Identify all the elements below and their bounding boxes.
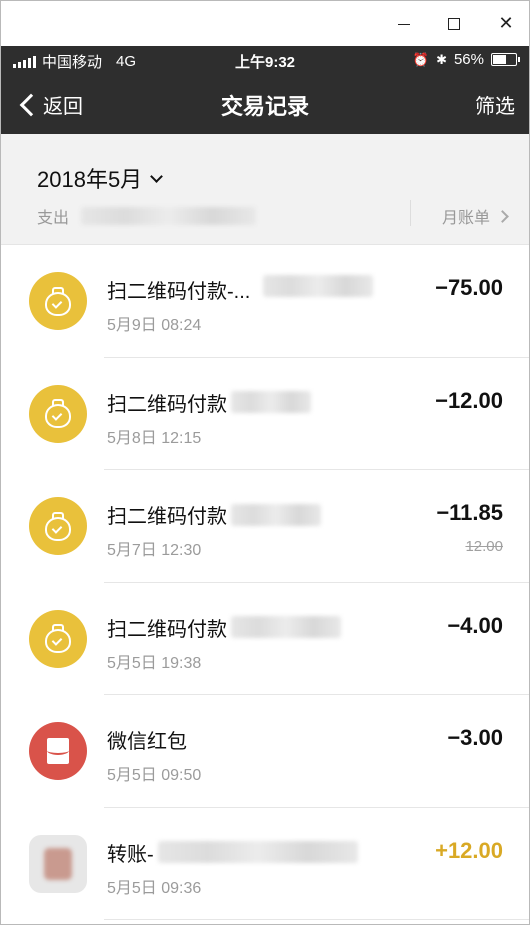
redacted-merchant [231,616,341,638]
nav-bar: 返回 交易记录 筛选 [1,74,529,134]
transaction-date: 5月8日 12:15 [107,429,202,447]
redacted-amount [81,207,257,225]
close-window-button[interactable]: ✕ [483,1,529,46]
wallet-pay-icon [29,497,87,555]
transaction-list: 扫二维码付款-... 5月9日 08:24 −75.00 扫二维码付款 5月8日… [1,245,529,920]
transaction-amount: −11.85 [436,500,503,525]
chevron-down-icon [150,169,164,183]
monthly-bill-label: 月账单 [441,210,490,227]
redacted-recipient [157,841,358,863]
transaction-row[interactable]: 扫二维码付款 5月7日 12:30 −11.85 12.00 [1,470,529,583]
redacted-merchant [231,391,311,413]
maximize-icon [448,17,460,30]
filter-button[interactable]: 筛选 [475,90,515,119]
status-icons: ⏰ ✱ 56% [412,51,520,68]
red-envelope-icon [29,722,87,780]
minimize-button[interactable] [381,1,427,46]
spend-summary: 支出 [37,204,257,228]
window-titlebar: ✕ [1,1,529,46]
transaction-date: 5月5日 09:36 [107,879,202,897]
transaction-amount: −3.00 [447,725,503,750]
alarm-icon: ⏰ [412,51,430,67]
transaction-date: 5月5日 09:50 [107,767,202,784]
battery-icon [491,53,520,66]
user-avatar [29,834,87,893]
transaction-date: 5月9日 08:24 [107,317,202,334]
spend-label: 支出 [37,210,70,227]
phone-status-bar: 中国移动 4G 上午9:32 ⏰ ✱ 56% [1,46,529,74]
transaction-row[interactable]: 微信红包 5月5日 09:50 −3.00 [1,695,529,808]
month-selector[interactable]: 2018年5月 [37,162,164,194]
redacted-merchant [231,503,321,526]
month-summary: 2018年5月 支出 月账单 [1,134,529,245]
bluetooth-icon: ✱ [436,51,447,67]
transaction-row[interactable]: 扫二维码付款 5月5日 19:38 −4.00 [1,582,529,695]
chevron-right-icon [496,209,509,223]
transaction-title: 转账- [107,838,358,867]
transaction-title: 扫二维码付款-... [107,275,373,304]
transaction-title: 扫二维码付款 [107,613,341,642]
wallet-pay-icon [29,272,87,330]
month-label: 2018年5月 [37,167,143,192]
app-window: ✕ 中国移动 4G 上午9:32 ⏰ ✱ 56% 返回 交易记录 筛选 2018… [0,0,530,925]
transaction-amount: −12.00 [435,387,503,413]
summary-divider [409,200,411,226]
monthly-bill-link[interactable]: 月账单 [409,200,509,228]
transaction-amount: −75.00 [435,275,503,300]
wallet-pay-icon [29,609,87,668]
transaction-title: 扫二维码付款 [107,500,321,529]
page-title: 交易记录 [220,94,309,119]
transaction-date: 5月5日 19:38 [107,654,202,672]
transaction-amount: −4.00 [447,612,503,638]
transaction-title: 微信红包 [107,731,187,753]
minimize-icon [398,24,410,25]
maximize-button[interactable] [431,1,477,46]
wallet-pay-icon [29,384,87,443]
close-icon: ✕ [498,13,514,34]
transaction-row[interactable]: 转账- 5月5日 09:36 +12.00 [1,807,529,920]
transaction-amount: +12.00 [435,837,503,863]
transaction-title: 扫二维码付款 [107,388,311,417]
transaction-row[interactable]: 扫二维码付款-... 5月9日 08:24 −75.00 [1,245,529,358]
transaction-date: 5月7日 12:30 [107,542,202,559]
battery-percent: 56% [453,51,484,68]
redacted-merchant [263,275,373,297]
transaction-row[interactable]: 扫二维码付款 5月8日 12:15 −12.00 [1,357,529,470]
original-amount: 12.00 [465,538,503,555]
